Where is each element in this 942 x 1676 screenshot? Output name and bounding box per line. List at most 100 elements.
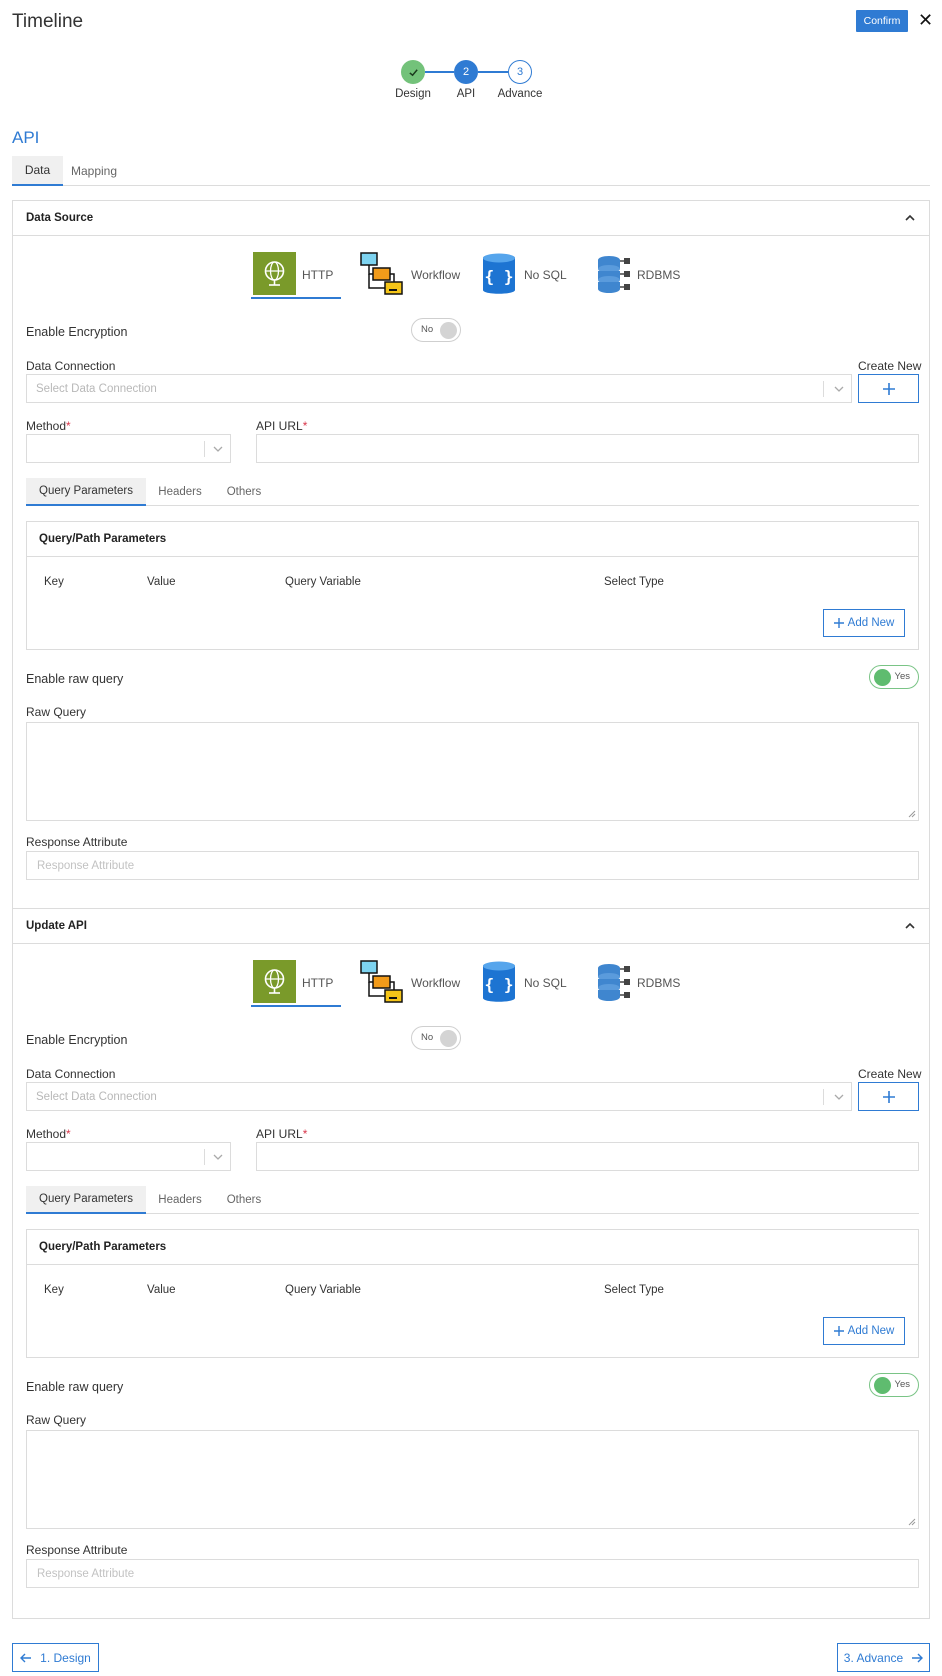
select-divider	[823, 381, 824, 397]
page-title: Timeline	[12, 11, 84, 32]
request-tabs: Query Parameters Headers Others	[26, 1186, 919, 1214]
method-select[interactable]	[26, 434, 231, 463]
source-option-rdbms[interactable]: RDBMS	[597, 960, 687, 1008]
source-label-http: HTTP	[302, 976, 334, 990]
query-params-box: Query/Path Parameters Key Value Query Va…	[26, 1229, 919, 1358]
toggle-text: No	[421, 1032, 434, 1043]
app-header: Timeline Confirm ✕	[0, 0, 942, 44]
tab-query-parameters[interactable]: Query Parameters	[26, 1186, 146, 1214]
toggle-text: Yes	[894, 1379, 911, 1390]
step-2-circle[interactable]: 2	[454, 60, 478, 84]
arrow-left-icon	[20, 1653, 32, 1662]
column-query-variable: Query Variable	[285, 576, 361, 588]
raw-query-textarea[interactable]	[26, 1430, 919, 1529]
step-3-circle[interactable]: 3	[508, 60, 532, 84]
encryption-label: Enable Encryption	[26, 325, 128, 339]
select-placeholder: Select Data Connection	[36, 383, 157, 395]
column-value: Value	[147, 1284, 176, 1296]
chevron-down-icon	[834, 1094, 844, 1100]
tab-others[interactable]: Others	[214, 478, 274, 506]
source-label-http: HTTP	[302, 268, 334, 282]
method-select[interactable]	[26, 1142, 231, 1171]
tab-headers[interactable]: Headers	[146, 478, 214, 506]
close-icon[interactable]: ✕	[918, 11, 933, 29]
encryption-toggle[interactable]: No	[411, 318, 461, 342]
add-new-param-button[interactable]: Add New	[823, 1317, 905, 1345]
request-tabs: Query Parameters Headers Others	[26, 478, 919, 506]
source-option-nosql[interactable]: { } No SQL	[481, 960, 571, 1008]
toggle-knob	[874, 1377, 891, 1394]
raw-query-textarea[interactable]	[26, 722, 919, 821]
section-title: API	[12, 128, 40, 147]
step-connector	[478, 71, 508, 73]
response-attribute-label: Response Attribute	[26, 835, 128, 849]
database-icon	[598, 256, 630, 293]
plus-icon	[833, 618, 844, 628]
source-active-indicator	[251, 297, 341, 299]
tab-query-parameters[interactable]: Query Parameters	[26, 478, 146, 506]
next-to-advance-button[interactable]: 3. Advance	[837, 1643, 930, 1672]
data-connection-select[interactable]: Select Data Connection	[26, 1082, 852, 1111]
raw-query-toggle[interactable]: Yes	[869, 1373, 919, 1397]
workflow-icon	[360, 960, 403, 1003]
source-option-nosql[interactable]: { } No SQL	[481, 252, 571, 300]
response-attribute-input[interactable]: Response Attribute	[26, 851, 919, 880]
svg-text:{ }: { }	[485, 267, 514, 286]
plus-icon	[833, 1326, 844, 1336]
query-params-title: Query/Path Parameters	[39, 1241, 167, 1253]
chevron-down-icon	[213, 446, 223, 452]
query-params-box: Query/Path Parameters Key Value Query Va…	[26, 521, 919, 650]
toggle-knob	[440, 322, 457, 339]
add-new-param-button[interactable]: Add New	[823, 609, 905, 637]
toggle-text: Yes	[894, 671, 911, 682]
tab-data[interactable]: Data	[12, 156, 63, 186]
create-new-label: Create New	[858, 359, 922, 373]
api-url-label: API URL*	[256, 419, 308, 433]
api-url-label: API URL*	[256, 1127, 308, 1141]
create-connection-button[interactable]	[858, 374, 919, 403]
source-option-workflow[interactable]: Workflow	[360, 960, 465, 1008]
source-option-http[interactable]: HTTP	[253, 252, 343, 300]
source-option-http[interactable]: HTTP	[253, 960, 343, 1008]
chevron-down-icon	[213, 1154, 223, 1160]
column-query-variable: Query Variable	[285, 1284, 361, 1296]
globe-icon	[253, 960, 296, 1003]
data-connection-label: Data Connection	[26, 359, 116, 373]
confirm-button[interactable]: Confirm	[856, 10, 908, 32]
raw-query-toggle-label: Enable raw query	[26, 672, 124, 686]
column-select-type: Select Type	[604, 1284, 664, 1296]
tab-others[interactable]: Others	[214, 1186, 274, 1214]
main-tabs: Data Mapping	[12, 156, 930, 186]
resize-grip-icon[interactable]	[908, 1518, 916, 1526]
step-1-check-icon[interactable]	[401, 60, 425, 84]
panel-header[interactable]: Data Source	[13, 201, 929, 236]
raw-query-toggle-label: Enable raw query	[26, 1380, 124, 1394]
source-option-workflow[interactable]: Workflow	[360, 252, 465, 300]
source-label-rdbms: RDBMS	[637, 268, 681, 282]
response-attribute-input[interactable]: Response Attribute	[26, 1559, 919, 1588]
tab-mapping[interactable]: Mapping	[63, 156, 125, 186]
api-url-input[interactable]	[256, 1142, 919, 1171]
panel-header[interactable]: Update API	[13, 909, 929, 944]
create-connection-button[interactable]	[858, 1082, 919, 1111]
response-attribute-label: Response Attribute	[26, 1543, 128, 1557]
toggle-knob	[440, 1030, 457, 1047]
raw-query-toggle[interactable]: Yes	[869, 665, 919, 689]
panel-title: Update API	[26, 920, 87, 932]
source-option-rdbms[interactable]: RDBMS	[597, 252, 687, 300]
back-to-design-button[interactable]: 1. Design	[12, 1643, 99, 1672]
tab-headers[interactable]: Headers	[146, 1186, 214, 1214]
data-connection-select[interactable]: Select Data Connection	[26, 374, 852, 403]
toggle-text: No	[421, 324, 434, 335]
api-url-input[interactable]	[256, 434, 919, 463]
plus-icon	[882, 1090, 895, 1103]
update-api-panel: Update API HTTP Workflow {} No SQL RDBM…	[12, 908, 930, 1619]
input-placeholder: Response Attribute	[37, 1568, 135, 1580]
source-label-workflow: Workflow	[411, 268, 461, 282]
chevron-up-icon[interactable]	[903, 919, 917, 933]
input-placeholder: Response Attribute	[37, 860, 135, 872]
select-divider	[204, 1149, 205, 1165]
resize-grip-icon[interactable]	[908, 810, 916, 818]
chevron-up-icon[interactable]	[903, 211, 917, 225]
encryption-toggle[interactable]: No	[411, 1026, 461, 1050]
